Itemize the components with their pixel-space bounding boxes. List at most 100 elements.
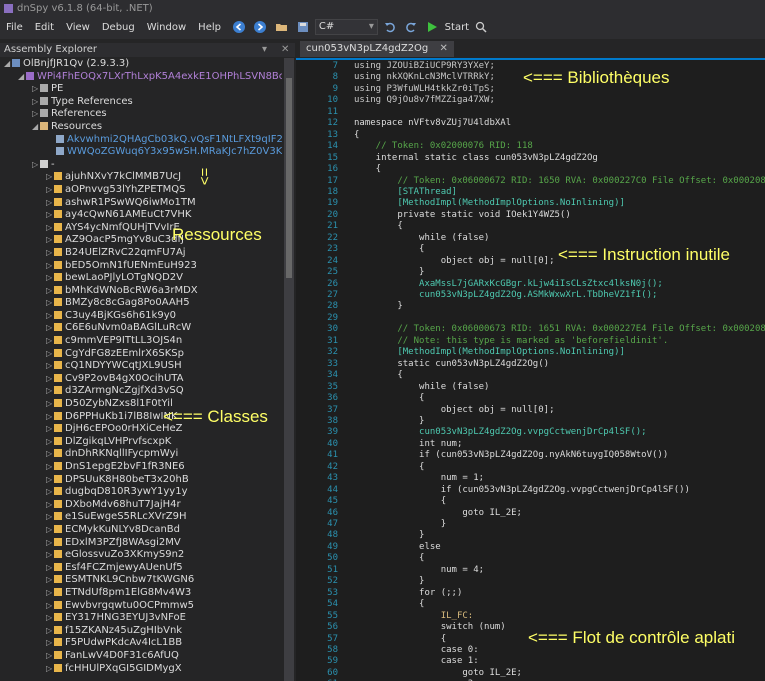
redo-icon[interactable] <box>404 20 418 34</box>
open-folder-icon[interactable] <box>275 20 289 34</box>
expand-arrow-icon[interactable]: ▷ <box>46 335 54 348</box>
expand-arrow-icon[interactable]: ▷ <box>46 398 54 411</box>
expand-arrow-icon[interactable]: ▷ <box>46 524 54 537</box>
tree-class-item[interactable]: ▷ C3uy4BjKGs6h61k9y0 <box>0 310 282 323</box>
menu-file[interactable]: File <box>0 17 29 39</box>
tree-class-item[interactable]: ▷ B24UElZRvC22qmFU7Aj <box>0 247 282 260</box>
tree-class-item[interactable]: ▷ ashwR1PSwWQ6iwMo1TM <box>0 197 282 210</box>
tree-class-item[interactable]: ▷ fcHHUlPXqGI5GIDMygX <box>0 663 282 676</box>
expand-arrow-icon[interactable]: ▷ <box>46 423 54 436</box>
expand-arrow-icon[interactable]: ▷ <box>46 574 54 587</box>
expand-arrow-icon[interactable]: ▷ <box>46 637 54 650</box>
tree-class-item[interactable]: ▷ bMhKdWNoBcRW6a3rMDX <box>0 285 282 298</box>
tree-root-namespace[interactable]: ▷ - <box>0 159 282 172</box>
expand-arrow-icon[interactable]: ▷ <box>46 549 54 562</box>
tree-class-item[interactable]: ▷ DnS1epgE2bvF1fR3NE6 <box>0 461 282 474</box>
tree-resources[interactable]: ◢ Resources <box>0 121 282 134</box>
tree-class-item[interactable]: ▷ FanLwV4D0F31c6AfUQ <box>0 650 282 663</box>
tree-class-item[interactable]: ▷ Cv9P2ovB4gX0OcihUTA <box>0 373 282 386</box>
forward-icon[interactable] <box>253 20 267 34</box>
expand-arrow-icon[interactable]: ▷ <box>46 197 54 210</box>
expand-arrow-icon[interactable]: ▷ <box>46 612 54 625</box>
expand-arrow-icon[interactable]: ▷ <box>46 297 54 310</box>
expand-arrow-icon[interactable]: ▷ <box>32 108 40 121</box>
tree-assembly[interactable]: ◢ OlBnjfJR1Qv (2.9.3.3) <box>0 58 282 71</box>
tree-class-item[interactable]: ▷ dnDhRKNqllIFycpmWyi <box>0 448 282 461</box>
menu-debug[interactable]: Debug <box>96 17 141 39</box>
tree-class-item[interactable]: ▷ ajuhNXvY7kClMMB7UcJ <box>0 171 282 184</box>
tree-resource-item[interactable]: WWQoZGWuq6Y3x95wSH.MRaKJc7hZ0V3KYuAsD <box>0 146 282 159</box>
menu-window[interactable]: Window <box>141 17 192 39</box>
start-button[interactable]: Start <box>445 22 469 33</box>
tree-class-item[interactable]: ▷ dugbqD810R3ywY1yy1y <box>0 486 282 499</box>
expand-arrow-icon[interactable]: ▷ <box>46 625 54 638</box>
tab-close-icon[interactable]: ✕ <box>439 43 447 54</box>
panel-pin-icon[interactable]: ▾ <box>262 43 267 57</box>
tree-resource-item[interactable]: Akvwhmi2QHAgCb03kQ.vQsF1NtLFXt9qIF2f5 <box>0 134 282 147</box>
tree-class-item[interactable]: ▷ ESMTNKL9Cnbw7tKWGN6 <box>0 574 282 587</box>
expand-arrow-icon[interactable]: ▷ <box>46 436 54 449</box>
expand-arrow-icon[interactable]: ▷ <box>46 222 54 235</box>
expand-arrow-icon[interactable]: ▷ <box>46 373 54 386</box>
collapse-arrow-icon[interactable]: ◢ <box>18 71 26 84</box>
search-icon[interactable] <box>474 20 488 34</box>
expand-arrow-icon[interactable]: ▷ <box>46 285 54 298</box>
expand-arrow-icon[interactable]: ▷ <box>46 511 54 524</box>
tree-class-item[interactable]: ▷ BMZy8c8cGag8Po0AAH5 <box>0 297 282 310</box>
expand-arrow-icon[interactable]: ▷ <box>46 537 54 550</box>
tree-class-item[interactable]: ▷ cQ1NDYYWCqtJXL9USH <box>0 360 282 373</box>
expand-arrow-icon[interactable]: ▷ <box>46 650 54 663</box>
tree-class-item[interactable]: ▷ e1SuEwgeS5RLcXVrZ9H <box>0 511 282 524</box>
expand-arrow-icon[interactable]: ▷ <box>46 247 54 260</box>
tree-class-item[interactable]: ▷ bewLaoPJlyLOTgNQD2V <box>0 272 282 285</box>
tree-scrollbar[interactable] <box>284 58 294 681</box>
tree-class-item[interactable]: ▷ EY317HNG3EYUJ3vNFoE <box>0 612 282 625</box>
expand-arrow-icon[interactable]: ▷ <box>46 448 54 461</box>
expand-arrow-icon[interactable]: ▷ <box>46 171 54 184</box>
tree-class-item[interactable]: ▷ Esf4FCZmjewyAUenUf5 <box>0 562 282 575</box>
expand-arrow-icon[interactable]: ▷ <box>46 348 54 361</box>
expand-arrow-icon[interactable]: ▷ <box>46 587 54 600</box>
tree-class-item[interactable]: ▷ aOPnvvg53lYhZPETMQS <box>0 184 282 197</box>
expand-arrow-icon[interactable]: ▷ <box>46 209 54 222</box>
tree-class-item[interactable]: ▷ CgYdFG8zEEmlrX6SKSp <box>0 348 282 361</box>
code-editor[interactable]: 7 using JZOUiBZiUCP9RY3YXeY; 8 using nkXQKn… <box>296 60 765 681</box>
tree-class-item[interactable]: ▷ F5PUdwPKdcAv4IcL1BB <box>0 637 282 650</box>
tree-class-item[interactable]: ▷ DlZgikqLVHPrvfscxpK <box>0 436 282 449</box>
expand-arrow-icon[interactable]: ▷ <box>46 310 54 323</box>
collapse-arrow-icon[interactable]: ◢ <box>4 58 12 71</box>
undo-icon[interactable] <box>383 20 397 34</box>
expand-arrow-icon[interactable]: ▷ <box>32 159 40 172</box>
expand-arrow-icon[interactable]: ▷ <box>46 260 54 273</box>
tree-class-item[interactable]: ▷ eGlossvuZo3XKmyS9n2 <box>0 549 282 562</box>
expand-arrow-icon[interactable]: ▷ <box>46 322 54 335</box>
tree-class-item[interactable]: ▷ DXboMdv68huT7JajH4r <box>0 499 282 512</box>
tree-references[interactable]: ▷ References <box>0 108 282 121</box>
tree-class-item[interactable]: ▷ EDxlM3PZfJ8WAsgi2MV <box>0 537 282 550</box>
scrollbar-thumb[interactable] <box>286 78 292 278</box>
tree-class-item[interactable]: ▷ c9mmVEP9ITtLL3OJS4n <box>0 335 282 348</box>
expand-arrow-icon[interactable]: ▷ <box>46 360 54 373</box>
expand-arrow-icon[interactable]: ▷ <box>46 272 54 285</box>
tree-class-item[interactable]: ▷ bED5OmN1fUENmEuH923 <box>0 260 282 273</box>
menu-help[interactable]: Help <box>192 17 227 39</box>
menu-view[interactable]: View <box>60 17 96 39</box>
expand-arrow-icon[interactable]: ▷ <box>46 663 54 676</box>
save-all-icon[interactable] <box>296 20 310 34</box>
expand-arrow-icon[interactable]: ▷ <box>46 184 54 197</box>
tree-class-item[interactable]: ▷ DPSUuK8H80beT3x20hB <box>0 474 282 487</box>
tree-class-item[interactable]: ▷ f15ZKANz45uZgHIbVnk <box>0 625 282 638</box>
tree-class-item[interactable]: ▷ Ewvbvrgqwtu0OCPmmw5 <box>0 600 282 613</box>
tree-class-item[interactable]: ▷ ECMykKuNLYv8DcanBd <box>0 524 282 537</box>
tree-class-item[interactable]: ▷ C6E6uNvm0aBAGlLuRcW <box>0 322 282 335</box>
expand-arrow-icon[interactable]: ▷ <box>46 385 54 398</box>
language-select[interactable]: C# <box>314 19 378 35</box>
expand-arrow-icon[interactable]: ▷ <box>46 562 54 575</box>
back-icon[interactable] <box>232 20 246 34</box>
expand-arrow-icon[interactable]: ▷ <box>46 411 54 424</box>
panel-close-icon[interactable]: ✕ <box>281 43 289 57</box>
tree-module[interactable]: ◢ WPi4FhEOQx7LXrThLxpK5A4exkE1OHPhLSVN8Bc… <box>0 71 282 84</box>
tree-class-item[interactable]: ▷ d3ZArmgNcZgjfXd3vSQ <box>0 385 282 398</box>
expand-arrow-icon[interactable]: ▷ <box>46 486 54 499</box>
expand-arrow-icon[interactable]: ▷ <box>46 461 54 474</box>
